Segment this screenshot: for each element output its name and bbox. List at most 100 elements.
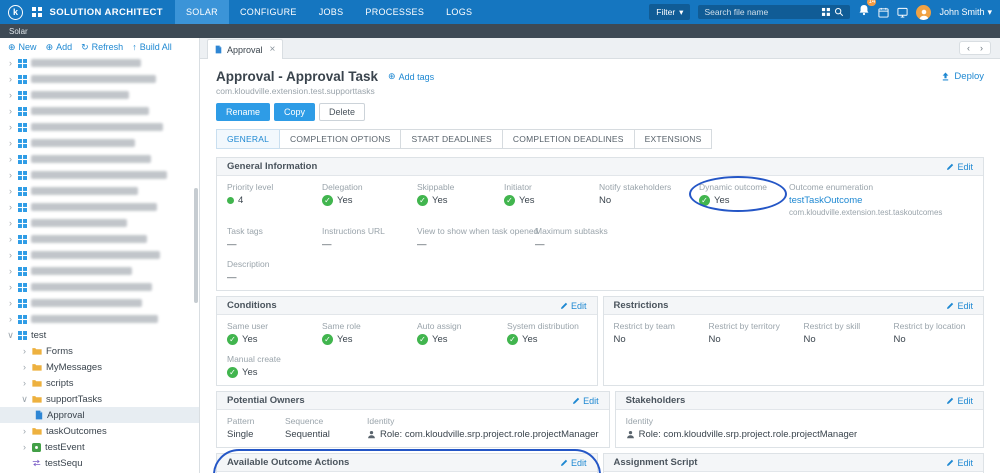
avatar[interactable]	[916, 4, 932, 20]
tree-item-blurred[interactable]: ›	[0, 231, 199, 247]
back-button[interactable]: ‹	[967, 43, 970, 53]
chevron-right-icon: ›	[9, 217, 12, 228]
tree-item-forms[interactable]: › Forms	[0, 343, 199, 359]
tree-item-approval[interactable]: Approval	[0, 407, 199, 423]
search-input[interactable]	[704, 7, 801, 17]
tree-item-blurred[interactable]: ›	[0, 103, 199, 119]
redacted-label	[31, 267, 132, 275]
monitor-button[interactable]	[897, 7, 908, 18]
edit-potential-owners-button[interactable]: Edit	[572, 396, 599, 406]
tree-item-blurred[interactable]: ›	[0, 135, 199, 151]
close-icon[interactable]: ×	[270, 44, 276, 55]
module-icon	[18, 218, 27, 228]
tree-item-blurred[interactable]: ›	[0, 167, 199, 183]
add-button[interactable]: ⊕ Add	[46, 42, 73, 52]
nav-configure[interactable]: CONFIGURE	[229, 0, 308, 24]
edit-stakeholders-button[interactable]: Edit	[946, 396, 973, 406]
folder-icon	[32, 364, 42, 371]
tree-item-blurred[interactable]: ›	[0, 119, 199, 135]
sidebar-scrollbar[interactable]	[194, 188, 198, 303]
field-initiator: Initiator ✓ Yes	[504, 182, 535, 206]
chevron-right-icon: ›	[9, 137, 12, 148]
tab-start-deadlines[interactable]: START DEADLINES	[400, 129, 503, 149]
field-restrict-by-territory: Restrict by territory No	[708, 321, 780, 345]
edit-outcome-actions-button[interactable]: Edit	[560, 458, 587, 468]
edit-restrictions-button[interactable]: Edit	[946, 301, 973, 311]
tree-item-blurred[interactable]: ›	[0, 215, 199, 231]
tab-completion-deadlines[interactable]: COMPLETION DEADLINES	[501, 129, 635, 149]
nav-processes[interactable]: PROCESSES	[354, 0, 435, 24]
deploy-button[interactable]: Deploy	[941, 71, 984, 82]
tree-item-blurred[interactable]: ›	[0, 279, 199, 295]
chevron-right-icon: ›	[23, 425, 26, 436]
edit-conditions-button[interactable]: Edit	[560, 301, 587, 311]
field-restrict-by-location: Restrict by location No	[893, 321, 966, 345]
forward-button[interactable]: ›	[980, 43, 983, 53]
tree-item-blurred[interactable]: ›	[0, 295, 199, 311]
nav-logs[interactable]: LOGS	[435, 0, 483, 24]
field-view-to-show: View to show when task opened —	[417, 226, 539, 250]
tab-completion-options[interactable]: COMPLETION OPTIONS	[279, 129, 402, 149]
nav-solar[interactable]: SOLAR	[174, 0, 229, 24]
user-menu[interactable]: John Smith ▾	[939, 7, 992, 18]
module-icon	[18, 58, 27, 68]
tree-item-testsequ[interactable]: testSequ	[0, 455, 199, 471]
tree-item-blurred[interactable]: ›	[0, 311, 199, 327]
redacted-label	[31, 283, 152, 291]
build-all-button[interactable]: ↑ Build All	[132, 42, 172, 52]
tree-item-blurred[interactable]: ›	[0, 71, 199, 87]
tree-item-testevent[interactable]: › testEvent	[0, 439, 199, 455]
tree-label: taskOutcomes	[46, 425, 107, 437]
app-logo[interactable]: k	[8, 4, 23, 20]
chevron-right-icon: ›	[9, 105, 12, 116]
tree-item-blurred[interactable]: ›	[0, 183, 199, 199]
nav-jobs[interactable]: JOBS	[308, 0, 355, 24]
tree-item-test[interactable]: ∨ test	[0, 327, 199, 343]
edit-general-button[interactable]: Edit	[946, 162, 973, 172]
advanced-search-icon[interactable]	[821, 8, 830, 16]
bell-icon	[859, 5, 869, 16]
filter-button[interactable]: Filter ▾	[649, 4, 691, 20]
tree-item-supporttasks[interactable]: ∨ supportTasks	[0, 391, 199, 407]
new-label: New	[18, 42, 37, 52]
outcome-enumeration-link[interactable]: testTaskOutcome	[789, 195, 973, 206]
panel-restrictions: Restrictions Edit Restrict by team No Re…	[602, 296, 984, 386]
tree-item-blurred[interactable]: ›	[0, 55, 199, 71]
panel-title: Stakeholders	[625, 395, 686, 406]
chevron-down-icon: ∨	[21, 393, 28, 404]
tree-item-blurred[interactable]: ›	[0, 263, 199, 279]
chevron-right-icon: ›	[9, 297, 12, 308]
notifications-button[interactable]: 14	[858, 0, 877, 21]
tab-approval[interactable]: Approval ×	[207, 39, 284, 59]
refresh-button[interactable]: ↻ Refresh	[81, 42, 123, 52]
caret-down-icon: ▾	[987, 6, 992, 17]
delete-button[interactable]: Delete	[319, 103, 366, 121]
tab-general[interactable]: GENERAL	[216, 129, 281, 149]
tree-item-mymessages[interactable]: › MyMessages	[0, 359, 199, 375]
search-box[interactable]	[698, 5, 851, 19]
add-tags-button[interactable]: ⊕ Add tags	[388, 71, 434, 82]
chevron-right-icon: ›	[23, 377, 26, 388]
tree-item-taskoutcomes[interactable]: › taskOutcomes	[0, 423, 199, 439]
field-manual-create: Manual create ✓ Yes	[227, 354, 281, 378]
search-icon[interactable]	[834, 7, 844, 17]
edit-label: Edit	[957, 395, 973, 406]
check-icon: ✓	[227, 334, 238, 345]
tree-item-blurred[interactable]: ›	[0, 247, 199, 263]
new-button[interactable]: ⊕ New	[8, 42, 37, 52]
apps-grid-icon[interactable]	[32, 7, 42, 17]
module-icon	[18, 170, 27, 180]
rename-button[interactable]: Rename	[216, 103, 271, 121]
tab-extensions[interactable]: EXTENSIONS	[633, 129, 713, 149]
chevron-right-icon: ›	[9, 153, 12, 164]
field-skippable: Skippable ✓ Yes	[417, 182, 455, 206]
tree-item-blurred[interactable]: ›	[0, 151, 199, 167]
module-icon	[18, 202, 27, 212]
tree-item-scripts[interactable]: › scripts	[0, 375, 199, 391]
tree-item-blurred[interactable]: ›	[0, 199, 199, 215]
edit-assignment-script-button[interactable]: Edit	[946, 458, 973, 468]
main-nav: SOLAR CONFIGURE JOBS PROCESSES LOGS	[174, 0, 483, 24]
calendar-button[interactable]	[878, 7, 889, 18]
copy-button[interactable]: Copy	[274, 103, 316, 121]
tree-item-blurred[interactable]: ›	[0, 87, 199, 103]
